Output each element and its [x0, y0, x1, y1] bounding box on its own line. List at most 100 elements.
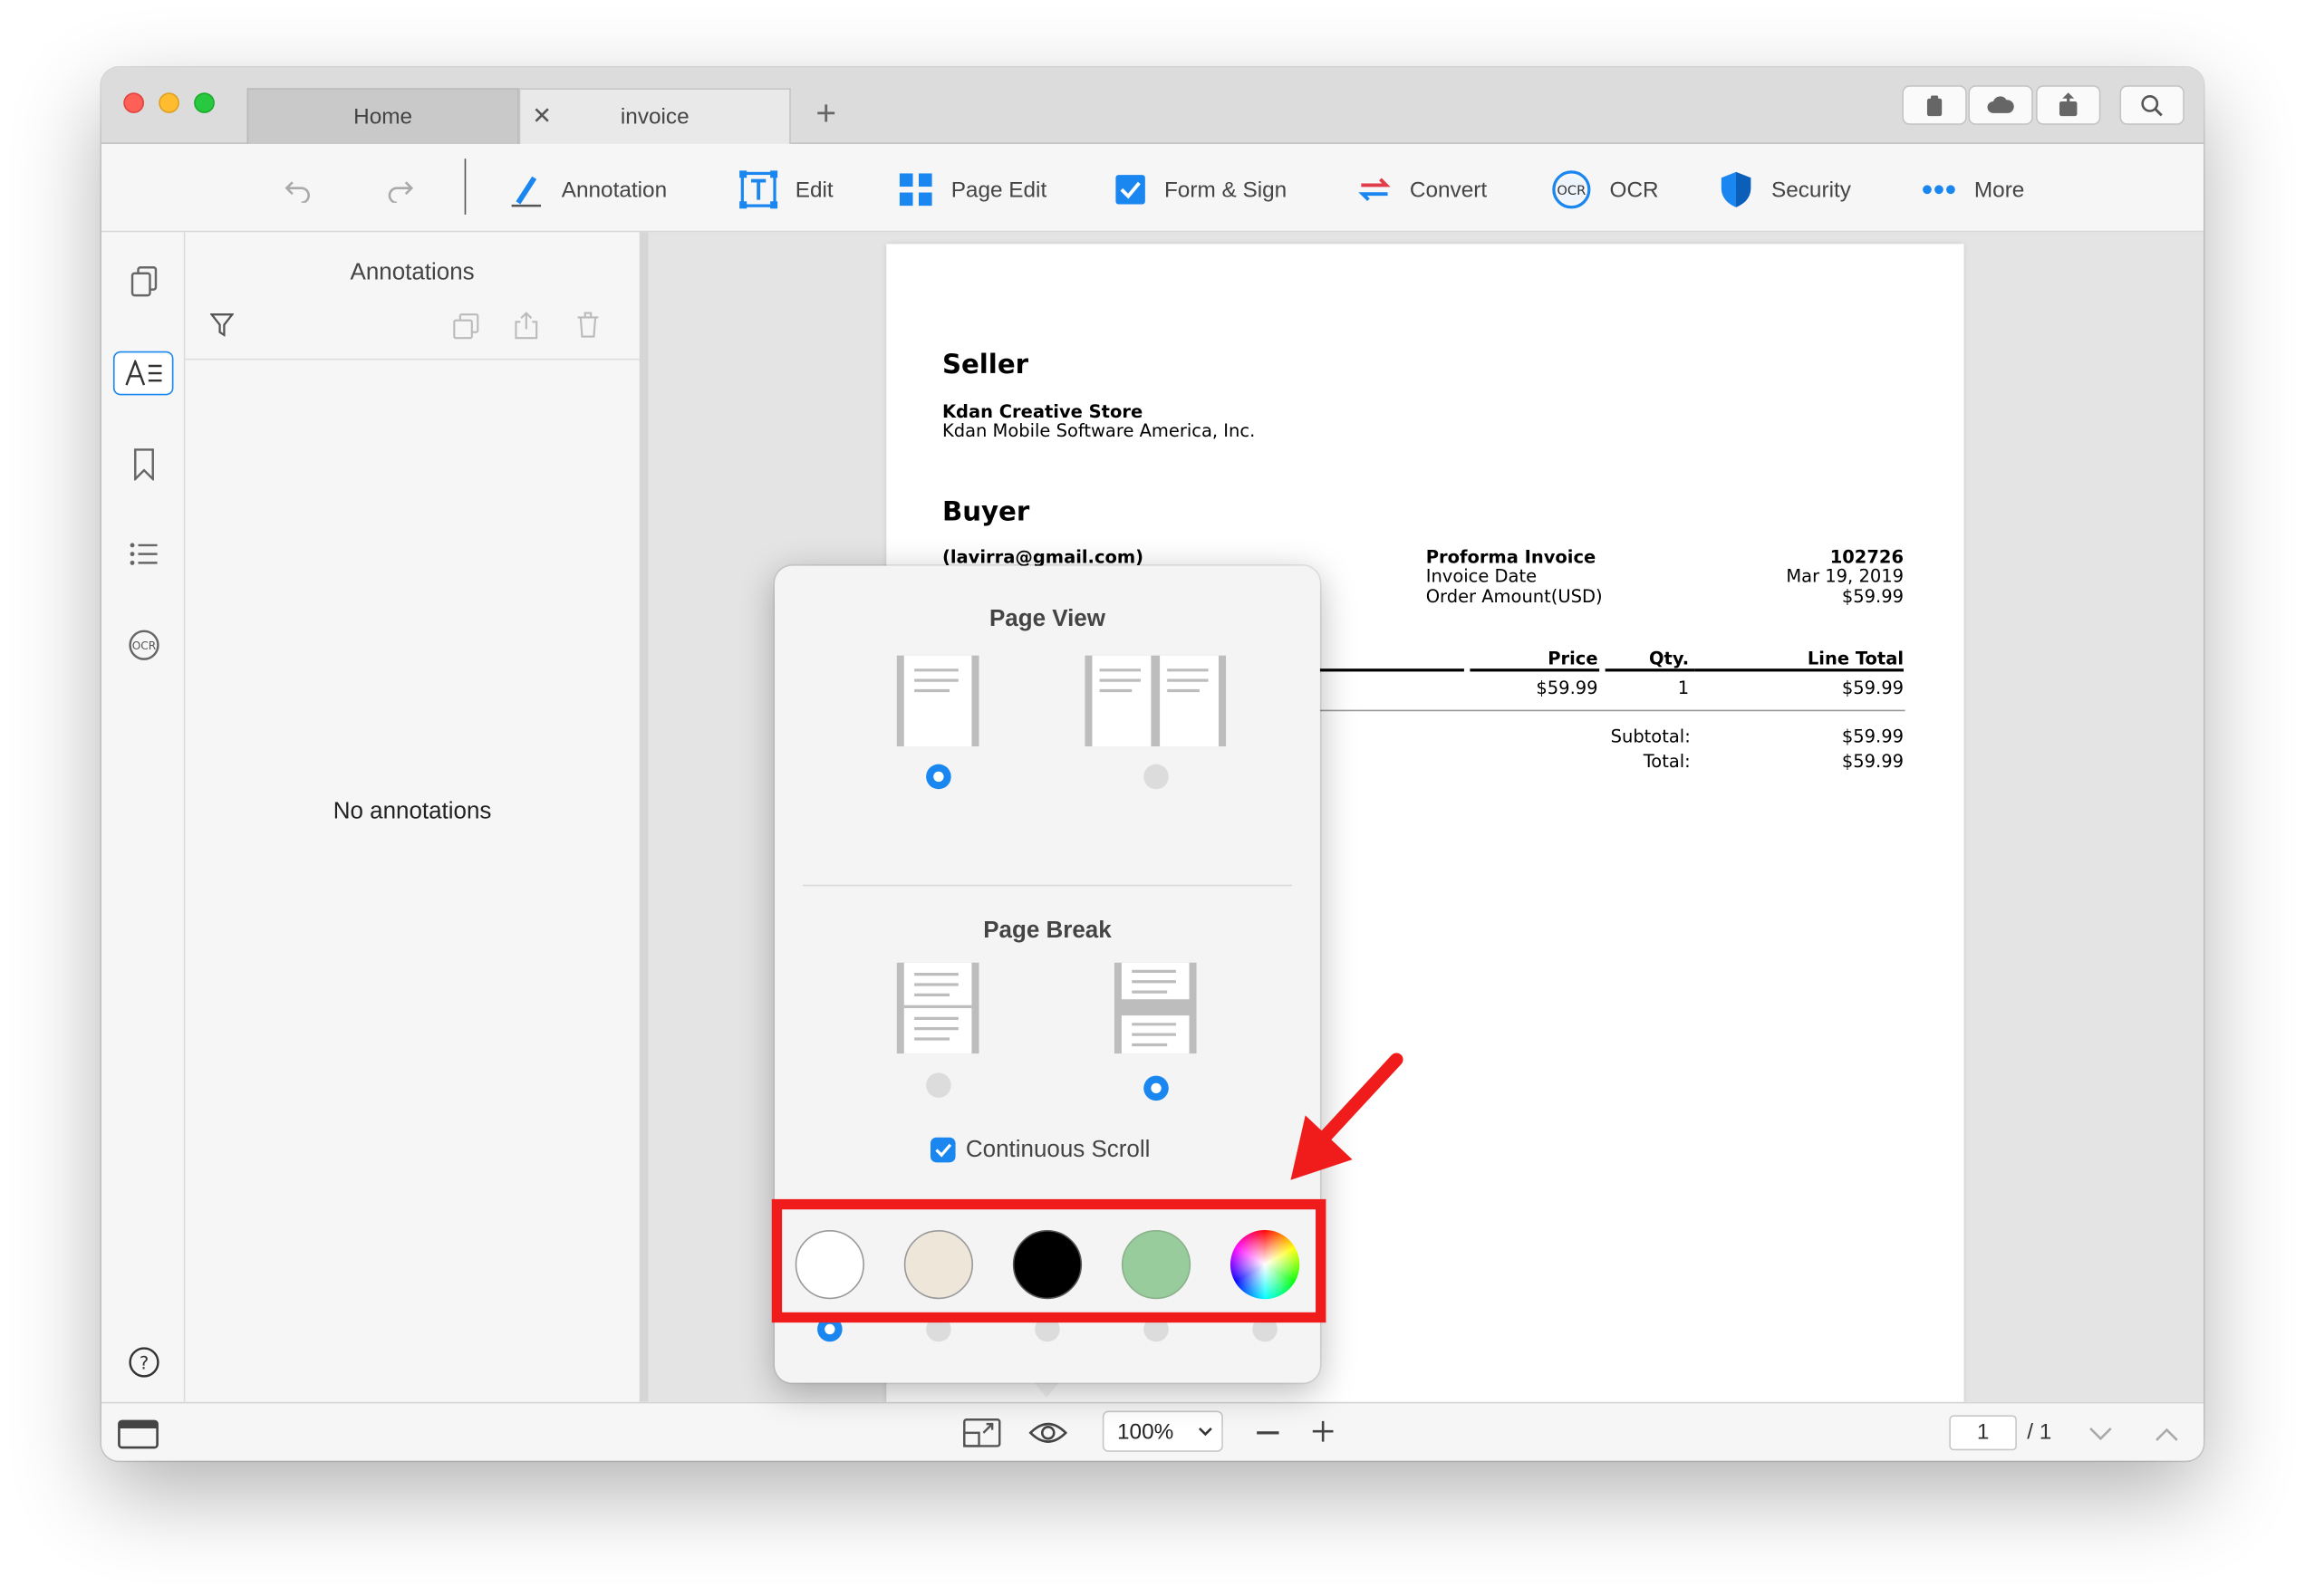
edit-text-icon [739, 170, 778, 209]
highlight-box [771, 1198, 1326, 1323]
sidebar-bookmarks[interactable] [113, 442, 174, 486]
page-view-single-radio[interactable] [926, 764, 951, 790]
ocr-search-icon: OCR [128, 630, 159, 660]
page-break-gap-radio[interactable] [1143, 1075, 1169, 1101]
sidebar-outline[interactable] [113, 532, 174, 576]
toolbar-ocr-label: OCR [1609, 177, 1659, 203]
svg-text:?: ? [139, 1352, 148, 1373]
sidebar-ocr[interactable]: OCR [113, 623, 174, 668]
page-edit-grid-icon [899, 173, 932, 207]
invoice-date-label: Invoice Date [1425, 565, 1538, 587]
search-button[interactable] [2119, 85, 2184, 125]
svg-text:OCR: OCR [1557, 183, 1586, 198]
tab-home[interactable]: Home [246, 88, 519, 144]
subtotal-value: $59.99 [1841, 726, 1905, 747]
toolbar-form-sign[interactable]: Form & Sign [1114, 170, 1287, 208]
single-page-icon [896, 655, 979, 747]
table-header-line-total: Line Total [1807, 648, 1905, 669]
order-amount-label: Order Amount(USD) [1425, 586, 1603, 608]
toolbar-edit[interactable]: Edit [739, 170, 834, 209]
tab-close-icon[interactable]: ✕ [532, 101, 552, 130]
panel-splitter[interactable] [639, 232, 649, 1402]
toolbar-ocr[interactable]: OCR OCR [1551, 170, 1659, 209]
share-button[interactable] [2036, 85, 2101, 125]
page-view-two-radio[interactable] [1143, 764, 1169, 790]
annotations-list-icon [124, 360, 161, 386]
single-page-view-option[interactable] [896, 655, 979, 755]
minimize-window-button[interactable] [159, 92, 179, 113]
seller-heading: Seller [941, 350, 1029, 381]
zoom-window-button[interactable] [194, 92, 215, 113]
view-settings-button[interactable] [1027, 1418, 1068, 1456]
toolbar-security[interactable]: Security [1719, 170, 1851, 208]
fit-page-button[interactable] [963, 1418, 1001, 1456]
zoom-select[interactable]: 100% [1102, 1410, 1223, 1452]
ocr-icon: OCR [1552, 170, 1591, 209]
buyer-heading: Buyer [941, 496, 1030, 528]
table-header-rule [1694, 668, 1905, 671]
form-checkbox-icon [1115, 175, 1145, 205]
zoom-value: 100% [1117, 1418, 1174, 1445]
previous-page-button[interactable] [2155, 1422, 2178, 1448]
page-break-none-icon [896, 962, 979, 1054]
sidebar-annotations[interactable] [112, 351, 174, 396]
filter-button[interactable] [209, 313, 235, 344]
table-header-rule [1312, 668, 1464, 671]
table-header-rule [1605, 668, 1695, 671]
delete-annotations-button[interactable] [576, 312, 600, 345]
thumbnails-icon [130, 266, 157, 297]
plus-icon [1312, 1420, 1334, 1442]
toolbar-more[interactable]: More [1921, 170, 2024, 208]
tab-invoice[interactable]: ✕ invoice [518, 88, 791, 144]
undo-button[interactable] [284, 170, 331, 208]
export-annotations-button[interactable] [515, 312, 538, 347]
toolbar-page-edit-label: Page Edit [950, 177, 1047, 203]
zoom-out-button[interactable] [1257, 1431, 1279, 1434]
toolbar-page-edit[interactable]: Page Edit [898, 170, 1046, 208]
annotation-pen-icon [511, 176, 542, 207]
no-page-break-option[interactable] [896, 962, 979, 1062]
two-page-view-option[interactable] [1085, 655, 1227, 755]
filter-icon [209, 313, 235, 338]
copy-annotations-button[interactable] [453, 313, 479, 347]
toggle-sidebar-button[interactable] [118, 1419, 159, 1457]
page-break-title: Page Break [983, 918, 1112, 944]
page-break-none-radio[interactable] [926, 1072, 951, 1098]
clipboard-button[interactable] [1902, 85, 1967, 125]
toolbar-convert[interactable]: Convert [1356, 170, 1487, 208]
toolbar-annotation[interactable]: Annotation [508, 170, 667, 208]
page-number-input[interactable]: 1 [1949, 1415, 2017, 1451]
export-icon [515, 312, 538, 340]
security-shield-icon [1721, 171, 1751, 207]
more-dots-icon [1923, 185, 1955, 195]
subtotal-label: Subtotal: [1610, 726, 1691, 747]
cloud-button[interactable] [1968, 85, 2033, 125]
page-break-option[interactable] [1114, 962, 1197, 1062]
help-icon: ? [128, 1347, 159, 1378]
new-tab-button[interactable]: + [815, 94, 836, 135]
title-bar: Home ✕ invoice + [101, 67, 2204, 144]
empty-state-text: No annotations [333, 799, 492, 825]
main-toolbar: Annotation Edit Page Edit Form & Sign Co… [101, 143, 2204, 233]
two-page-icon [1085, 655, 1227, 747]
invoice-title: Proforma Invoice [1425, 546, 1596, 568]
table-header-price: Price [1548, 648, 1598, 669]
redo-button[interactable] [385, 170, 432, 208]
sidebar-thumbnails[interactable] [113, 260, 174, 304]
close-window-button[interactable] [123, 92, 144, 113]
help-button[interactable]: ? [113, 1341, 174, 1385]
toolbar-divider [464, 159, 467, 215]
next-page-button[interactable] [2088, 1422, 2112, 1448]
copy-icon [453, 313, 479, 340]
red-arrow-icon [1290, 1053, 1403, 1180]
continuous-scroll-checkbox[interactable] [930, 1137, 956, 1163]
table-cell-price: $59.99 [1536, 677, 1598, 698]
cloud-icon [1987, 96, 2014, 113]
seller-name: Kdan Creative Store [941, 400, 1143, 422]
sidebar-rail: OCR ? [101, 232, 186, 1402]
table-cell-line-total: $59.99 [1841, 677, 1905, 698]
zoom-in-button[interactable] [1311, 1419, 1335, 1450]
toolbar-security-label: Security [1770, 177, 1851, 203]
clipboard-icon [1926, 94, 1943, 116]
chevron-up-icon [2156, 1428, 2178, 1441]
